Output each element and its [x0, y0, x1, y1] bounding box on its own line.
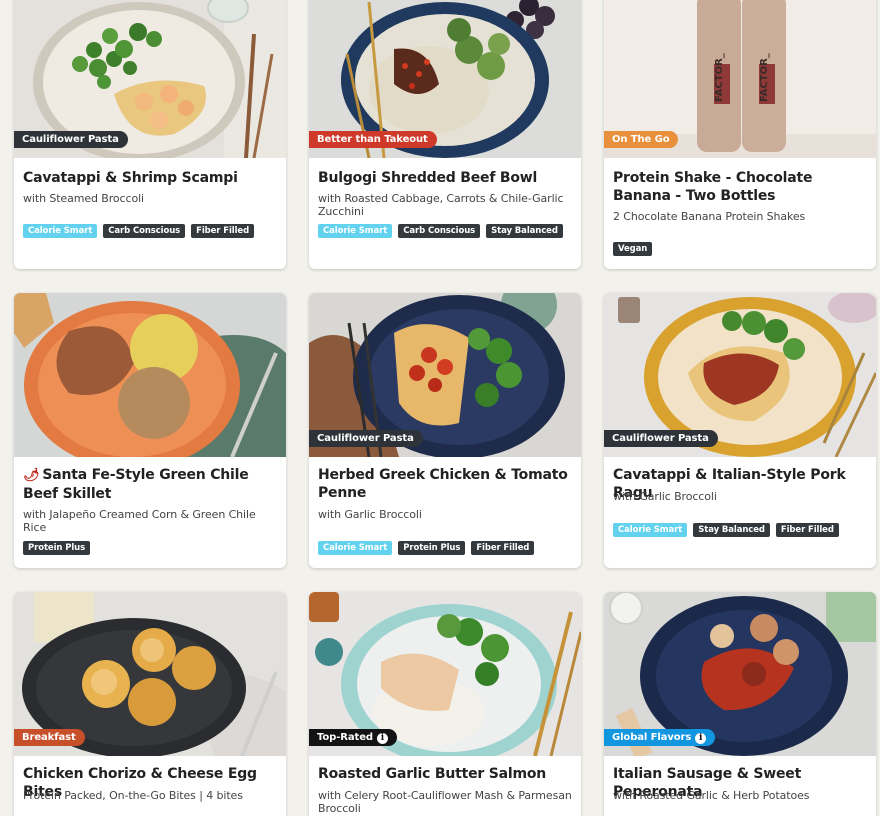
- meal-card[interactable]: Cauliflower Pasta Herbed Greek Chicken &…: [309, 293, 581, 568]
- category-badge: Cauliflower Pasta: [309, 430, 423, 447]
- meal-card[interactable]: FACTOR_ FACTOR_ On The Go Protein Shake …: [604, 0, 876, 269]
- tag-vegan: Vegan: [613, 242, 653, 256]
- meal-title[interactable]: Bulgogi Shredded Beef Bowl: [318, 169, 573, 187]
- tag-list: Calorie Smart Protein Plus Fiber Filled: [318, 541, 535, 555]
- category-badge: Better than Takeout: [309, 131, 437, 148]
- meal-card[interactable]: Cauliflower Pasta Cavatappi & Italian-St…: [604, 293, 876, 568]
- meal-subtitle: with Steamed Broccoli: [23, 192, 144, 205]
- meal-card[interactable]: Top-Rated i Roasted Garlic Butter Salmon …: [309, 592, 581, 816]
- meal-image[interactable]: [14, 293, 286, 457]
- info-icon[interactable]: i: [376, 733, 388, 744]
- category-badge: Cauliflower Pasta: [604, 430, 718, 447]
- bottle-brand-text: FACTOR_: [714, 53, 725, 102]
- category-badge: Top-Rated i: [309, 729, 397, 746]
- tag-stay-balanced: Stay Balanced: [486, 224, 563, 238]
- tag-calorie-smart: Calorie Smart: [318, 541, 393, 555]
- tag-list: Calorie Smart Carb Conscious Stay Balanc…: [318, 224, 563, 238]
- tag-calorie-smart: Calorie Smart: [23, 224, 98, 238]
- meal-subtitle: with Roasted Garlic & Herb Potatoes: [613, 789, 810, 802]
- meal-subtitle: Protein Packed, On-the-Go Bites | 4 bite…: [23, 789, 243, 802]
- meal-title[interactable]: Roasted Garlic Butter Salmon: [318, 765, 573, 783]
- category-badge: On The Go: [604, 131, 679, 148]
- meal-title[interactable]: Cavatappi & Shrimp Scampi: [23, 169, 278, 187]
- tag-stay-balanced: Stay Balanced: [693, 523, 770, 537]
- tag-list: Calorie Smart Carb Conscious Fiber Fille…: [23, 224, 255, 238]
- category-badge: Breakfast: [14, 729, 85, 746]
- meal-card[interactable]: Global Flavors i Italian Sausage & Sweet …: [604, 592, 876, 816]
- chili-pepper-icon: 🌶: [23, 468, 40, 483]
- tag-fiber-filled: Fiber Filled: [775, 523, 839, 537]
- tag-carb-conscious: Carb Conscious: [103, 224, 186, 238]
- meal-card[interactable]: Better than Takeout Bulgogi Shredded Bee…: [309, 0, 581, 269]
- tag-carb-conscious: Carb Conscious: [398, 224, 481, 238]
- tag-protein-plus: Protein Plus: [23, 541, 91, 555]
- tag-calorie-smart: Calorie Smart: [613, 523, 688, 537]
- tag-list: Vegan: [613, 242, 653, 256]
- tag-fiber-filled: Fiber Filled: [191, 224, 255, 238]
- meal-subtitle: with Celery Root-Cauliflower Mash & Parm…: [318, 789, 572, 815]
- tag-calorie-smart: Calorie Smart: [318, 224, 393, 238]
- meal-card[interactable]: Cauliflower Pasta Cavatappi & Shrimp Sca…: [14, 0, 286, 269]
- meal-subtitle: with Garlic Broccoli: [613, 490, 717, 503]
- meal-card[interactable]: 🌶 Santa Fe-Style Green Chile Beef Skillet…: [14, 293, 286, 568]
- bottle-brand-text: FACTOR_: [759, 53, 770, 102]
- category-badge: Cauliflower Pasta: [14, 131, 128, 148]
- category-badge: Global Flavors i: [604, 729, 716, 746]
- meal-card[interactable]: Breakfast Chicken Chorizo & Cheese Egg B…: [14, 592, 286, 816]
- meal-subtitle: with Roasted Cabbage, Carrots & Chile-Ga…: [318, 192, 564, 218]
- meal-subtitle: 2 Chocolate Banana Protein Shakes: [613, 210, 806, 223]
- tag-list: Protein Plus: [23, 541, 91, 555]
- meal-title[interactable]: Protein Shake - Chocolate Banana - Two B…: [613, 169, 868, 205]
- tag-protein-plus: Protein Plus: [398, 541, 466, 555]
- info-icon[interactable]: i: [695, 733, 707, 744]
- meal-subtitle: with Jalapeño Creamed Corn & Green Chile…: [23, 508, 256, 534]
- meal-title[interactable]: 🌶 Santa Fe-Style Green Chile Beef Skillet: [23, 466, 278, 503]
- meal-title[interactable]: Herbed Greek Chicken & Tomato Penne: [318, 466, 573, 502]
- tag-list: Calorie Smart Stay Balanced Fiber Filled: [613, 523, 839, 537]
- tag-fiber-filled: Fiber Filled: [471, 541, 535, 555]
- meal-subtitle: with Garlic Broccoli: [318, 508, 422, 521]
